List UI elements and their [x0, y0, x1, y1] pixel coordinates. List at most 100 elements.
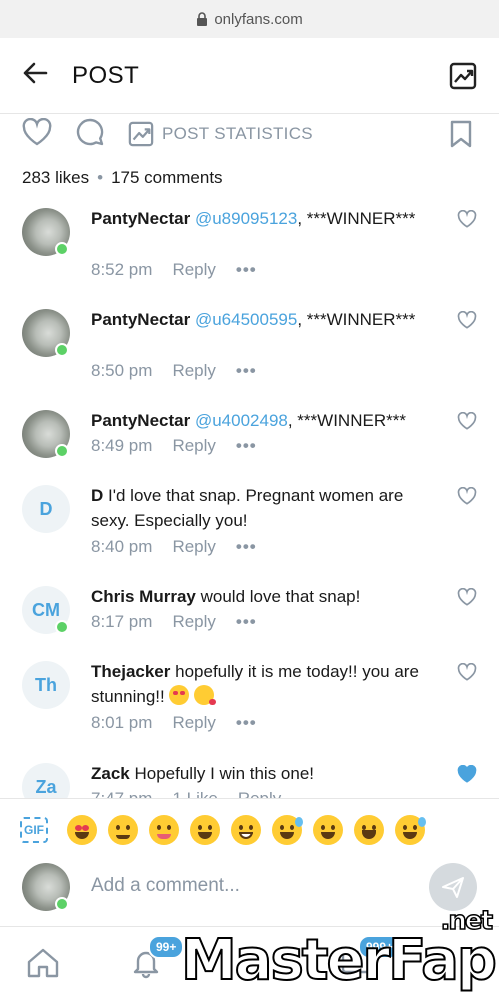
comment-bubble-icon[interactable]	[76, 118, 104, 151]
comment-mention[interactable]: @u64500595	[195, 310, 297, 329]
reply-button[interactable]: Reply	[172, 260, 215, 280]
grin-wide-emoji-icon[interactable]	[354, 814, 384, 845]
gif-icon[interactable]: GIF	[20, 816, 48, 843]
comment-item: PantyNectar @u64500595, ***WINNER*** 8:5…	[0, 306, 499, 396]
comment-body: would love that snap!	[200, 587, 361, 606]
comment-meta: 7:47 pm 1 Like Reply	[91, 789, 281, 798]
grin-emoji-icon[interactable]	[231, 814, 261, 845]
comment-like-heart-icon[interactable]	[457, 662, 477, 686]
smiling-blush-emoji-icon[interactable]	[108, 814, 138, 845]
comment-text: PantyNectar @u64500595, ***WINNER***	[91, 307, 439, 332]
comment-meta: 8:52 pm Reply •••	[91, 260, 257, 280]
comment-like-heart-icon[interactable]	[457, 209, 477, 233]
comment-mention[interactable]: @u4002498	[195, 411, 288, 430]
more-options-button[interactable]: •••	[236, 612, 257, 632]
comment-text: Chris Murray would love that snap!	[91, 584, 439, 609]
reply-button[interactable]: Reply	[172, 713, 215, 733]
comment-time: 8:01 pm	[91, 713, 153, 732]
more-options-button[interactable]: •••	[236, 713, 257, 733]
comment-item: Th Thejacker hopefully it is me today!! …	[0, 658, 499, 748]
statistics-icon	[128, 121, 154, 147]
post-header: POST	[0, 38, 499, 114]
notifications-nav-item[interactable]: 99+	[130, 935, 185, 984]
comment-text: D I'd love that snap. Pregnant women are…	[91, 483, 439, 533]
comment-body: , ***WINNER***	[297, 209, 416, 228]
comment-liked-heart-icon[interactable]	[457, 764, 477, 788]
emoji-quick-bar: GIF	[0, 798, 499, 860]
comment-time: 8:50 pm	[91, 361, 153, 380]
comment-author[interactable]: Zack	[91, 764, 130, 783]
comment-item: PantyNectar @u89095123, ***WINNER*** 8:5…	[0, 205, 499, 295]
watermark-logo: MasterFap .net	[180, 905, 498, 994]
send-button[interactable]	[429, 863, 477, 911]
comments-count[interactable]: 175 comments	[111, 168, 223, 188]
reply-button[interactable]: Reply	[172, 436, 215, 456]
url-text: onlyfans.com	[214, 10, 303, 28]
send-icon	[442, 877, 464, 898]
more-options-button[interactable]: •••	[236, 260, 257, 280]
comment-input[interactable]: Add a comment...	[91, 875, 240, 897]
comment-body: , ***WINNER***	[287, 411, 406, 430]
comment-body: Hopefully I win this one!	[134, 764, 315, 783]
count-separator: •	[97, 168, 104, 187]
avatar[interactable]: Th	[22, 661, 70, 709]
bookmark-icon[interactable]	[449, 120, 473, 153]
comment-text: PantyNectar @u4002498, ***WINNER***	[91, 408, 439, 433]
back-arrow-icon[interactable]	[22, 61, 48, 90]
joy-emoji-icon[interactable]	[272, 814, 303, 845]
comment-meta: 8:40 pm Reply •••	[91, 537, 257, 557]
more-options-button[interactable]: •••	[236, 361, 257, 381]
reply-button[interactable]: Reply	[172, 537, 215, 557]
comment-like-heart-icon[interactable]	[457, 486, 477, 510]
comment-author[interactable]: Chris Murray	[91, 587, 196, 606]
comment-author[interactable]: PantyNectar	[91, 411, 190, 430]
likes-count[interactable]: 283 likes	[22, 168, 89, 188]
like-heart-icon[interactable]	[22, 117, 52, 151]
post-statistics-button[interactable]: POST STATISTICS	[128, 121, 313, 147]
comment-meta: 8:50 pm Reply •••	[91, 361, 257, 381]
online-indicator	[55, 444, 69, 458]
reply-button[interactable]: Reply	[238, 789, 281, 798]
kissing-heart-emoji-icon	[194, 685, 217, 705]
comment-text: PantyNectar @u89095123, ***WINNER***	[91, 206, 439, 231]
comment-text: Thejacker hopefully it is me today!! you…	[91, 659, 439, 709]
post-actions: POST STATISTICS	[0, 114, 499, 154]
online-indicator	[55, 620, 69, 634]
comment-author[interactable]: D	[91, 486, 103, 505]
comment-text: Zack Hopefully I win this one!	[91, 761, 439, 786]
comment-author[interactable]: Thejacker	[91, 662, 170, 681]
online-indicator	[55, 897, 69, 911]
home-icon[interactable]	[26, 947, 60, 984]
post-statistics-label: POST STATISTICS	[162, 124, 313, 143]
comment-like-heart-icon[interactable]	[457, 411, 477, 435]
comment-item: Za Zack Hopefully I win this one! 7:47 p…	[0, 760, 499, 798]
reply-button[interactable]: Reply	[172, 612, 215, 632]
comment-meta: 8:49 pm Reply •••	[91, 436, 257, 456]
comment-meta: 8:01 pm Reply •••	[91, 713, 257, 733]
online-indicator	[55, 242, 69, 256]
avatar[interactable]: Za	[22, 763, 70, 798]
comment-body: , ***WINNER***	[297, 310, 416, 329]
comment-like-heart-icon[interactable]	[457, 587, 477, 611]
comment-like-count[interactable]: 1 Like	[172, 789, 217, 798]
more-options-button[interactable]: •••	[236, 436, 257, 456]
comment-author[interactable]: PantyNectar	[91, 209, 190, 228]
heart-eyes-emoji-icon	[169, 685, 190, 705]
yum-emoji-icon[interactable]	[149, 814, 179, 845]
notifications-badge: 99+	[148, 935, 185, 959]
sweat-smile-emoji-icon[interactable]	[395, 814, 426, 845]
smiley-emoji-icon[interactable]	[313, 814, 343, 845]
comment-author[interactable]: PantyNectar	[91, 310, 190, 329]
grinning-emoji-icon[interactable]	[190, 814, 220, 845]
more-options-button[interactable]: •••	[236, 537, 257, 557]
reply-button[interactable]: Reply	[172, 361, 215, 381]
browser-url-bar[interactable]: onlyfans.com	[0, 0, 499, 38]
heart-eyes-emoji-icon[interactable]	[67, 814, 97, 845]
comment-mention[interactable]: @u89095123	[195, 209, 297, 228]
comment-time: 8:17 pm	[91, 612, 153, 631]
comment-like-heart-icon[interactable]	[457, 310, 477, 334]
comment-meta: 8:17 pm Reply •••	[91, 612, 257, 632]
avatar[interactable]: D	[22, 485, 70, 533]
comment-body: I'd love that snap. Pregnant women are s…	[91, 486, 404, 530]
statistics-chart-icon[interactable]	[449, 62, 477, 95]
